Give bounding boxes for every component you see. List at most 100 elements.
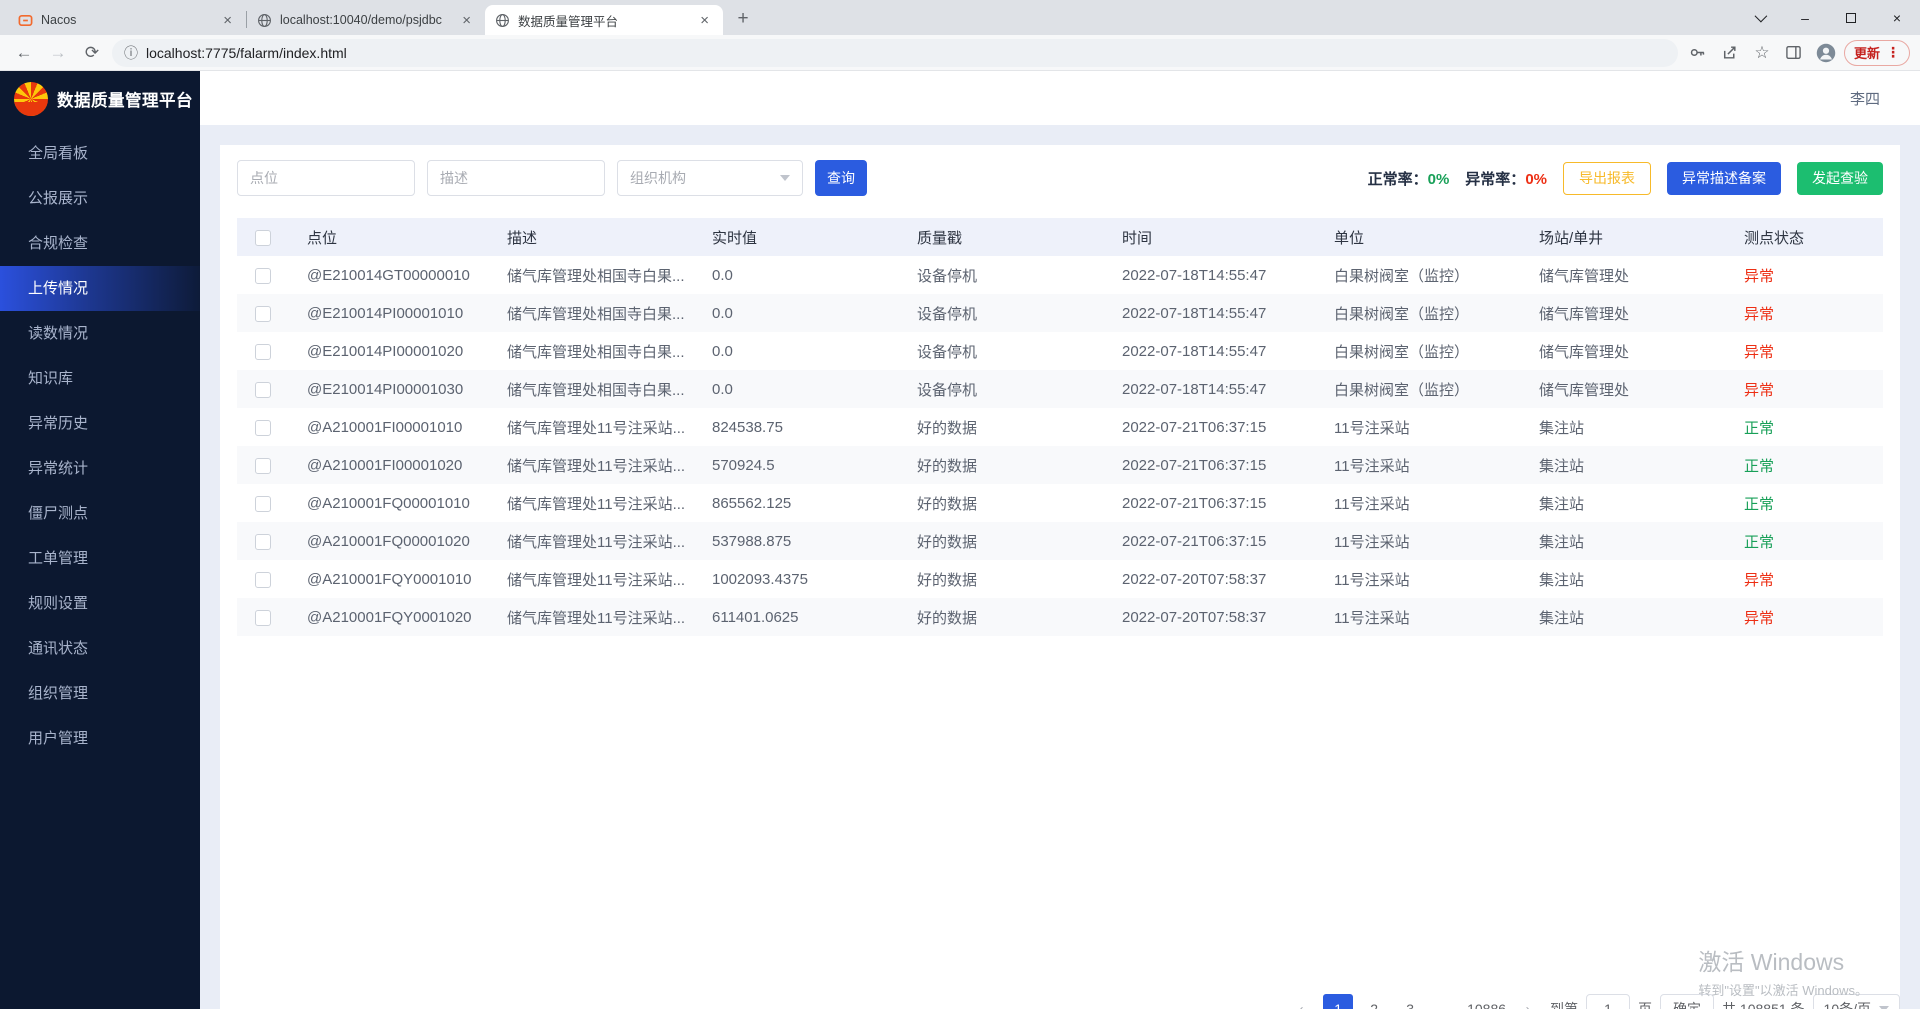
tab-close-icon[interactable]: × <box>458 12 475 29</box>
cell-value: 0.0 <box>692 294 897 332</box>
org-select[interactable]: 组织机构 <box>617 160 803 196</box>
globe-favicon-icon <box>257 13 272 28</box>
back-button[interactable]: ← <box>10 39 38 67</box>
share-icon[interactable] <box>1716 39 1744 67</box>
reload-button[interactable]: ⟳ <box>78 39 106 67</box>
site-info-icon[interactable]: ⓘ <box>124 43 138 63</box>
sidebar-item-link[interactable]: 异常历史 <box>0 401 200 446</box>
cell-desc: 储气库管理处11号注采站... <box>487 522 692 560</box>
row-checkbox[interactable] <box>255 496 271 512</box>
sidebar-item-link[interactable]: 工单管理 <box>0 536 200 581</box>
forward-button[interactable]: → <box>44 39 72 67</box>
prev-page-icon[interactable]: ‹ <box>1287 1001 1315 1009</box>
total-count-label: 共 108851 条 <box>1722 999 1805 1009</box>
cell-desc: 储气库管理处11号注采站... <box>487 598 692 636</box>
row-checkbox[interactable] <box>255 534 271 550</box>
row-checkbox[interactable] <box>255 268 271 284</box>
jump-confirm-button[interactable]: 确定 <box>1660 994 1714 1009</box>
select-all-checkbox[interactable] <box>255 230 271 246</box>
sidebar-item-link[interactable]: 通讯状态 <box>0 626 200 671</box>
tab-nacos[interactable]: Nacos × <box>8 5 246 35</box>
sidebar-item-active[interactable]: 上传情况 <box>0 266 200 311</box>
window-minimize-button[interactable]: – <box>1782 0 1828 35</box>
jump-label: 到第 <box>1550 999 1578 1009</box>
next-page-icon[interactable]: › <box>1514 1001 1542 1009</box>
page-number-button[interactable]: 1 <box>1323 994 1353 1009</box>
page-number-button[interactable]: 3 <box>1395 994 1425 1009</box>
cell-time: 2022-07-21T06:37:15 <box>1102 446 1314 484</box>
row-checkbox[interactable] <box>255 306 271 322</box>
cell-unit: 11号注采站 <box>1314 408 1519 446</box>
desc-filter-input[interactable] <box>427 160 605 196</box>
cell-quality: 好的数据 <box>897 484 1102 522</box>
col-header-time: 时间 <box>1102 218 1314 256</box>
password-key-icon[interactable] <box>1684 39 1712 67</box>
cell-quality: 设备停机 <box>897 370 1102 408</box>
jump-page-input[interactable] <box>1586 994 1630 1009</box>
cell-point: @E210014PI00001020 <box>287 332 487 370</box>
side-panel-icon[interactable] <box>1780 39 1808 67</box>
tab-close-icon[interactable]: × <box>219 12 236 29</box>
sidebar-item-link[interactable]: 公报展示 <box>0 176 200 221</box>
row-checkbox[interactable] <box>255 420 271 436</box>
sidebar-item-link[interactable]: 组织管理 <box>0 671 200 716</box>
cell-desc: 储气库管理处11号注采站... <box>487 446 692 484</box>
cell-desc: 储气库管理处相国寺白果... <box>487 256 692 294</box>
col-header-point: 点位 <box>287 218 487 256</box>
current-user[interactable]: 李四 <box>1850 88 1880 109</box>
sidebar-item-link[interactable]: 用户管理 <box>0 716 200 761</box>
bookmark-star-icon[interactable]: ☆ <box>1748 39 1776 67</box>
query-button[interactable]: 查询 <box>815 160 867 196</box>
cell-point: @E210014PI00001030 <box>287 370 487 408</box>
window-close-button[interactable]: × <box>1874 0 1920 35</box>
cell-status: 异常 <box>1724 256 1883 294</box>
new-tab-button[interactable]: + <box>729 5 757 33</box>
tab-localhost-demo[interactable]: localhost:10040/demo/psjdbc × <box>247 5 485 35</box>
cell-status: 异常 <box>1724 294 1883 332</box>
window-menu-chevron-icon[interactable] <box>1736 0 1782 35</box>
cell-value: 0.0 <box>692 332 897 370</box>
cell-unit: 白果树阀室（监控） <box>1314 256 1519 294</box>
row-checkbox[interactable] <box>255 610 271 626</box>
point-filter-input[interactable] <box>237 160 415 196</box>
row-checkbox[interactable] <box>255 382 271 398</box>
sidebar-item-link[interactable]: 异常统计 <box>0 446 200 491</box>
sidebar-item-link[interactable]: 知识库 <box>0 356 200 401</box>
menu-dots-icon[interactable]: ⋮ <box>1886 44 1900 61</box>
tab-active-platform[interactable]: 数据质量管理平台 × <box>485 5 723 35</box>
window-maximize-button[interactable] <box>1828 0 1874 35</box>
page-number-button[interactable]: 2 <box>1359 994 1389 1009</box>
sidebar: 数据质量管理平台 全局看板公报展示合规检查上传情况读数情况知识库异常历史异常统计… <box>0 71 200 1009</box>
cell-time: 2022-07-18T14:55:47 <box>1102 294 1314 332</box>
page-word-label: 页 <box>1638 999 1652 1009</box>
sidebar-item-link[interactable]: 僵尸测点 <box>0 491 200 536</box>
sidebar-item-link[interactable]: 全局看板 <box>0 131 200 176</box>
export-report-button[interactable]: 导出报表 <box>1563 162 1651 195</box>
cell-desc: 储气库管理处相国寺白果... <box>487 294 692 332</box>
browser-navbar: ← → ⟳ ⓘ localhost:7775/falarm/index.html… <box>0 35 1920 71</box>
address-bar[interactable]: ⓘ localhost:7775/falarm/index.html <box>112 39 1678 67</box>
cell-unit: 11号注采站 <box>1314 522 1519 560</box>
cell-station: 储气库管理处 <box>1519 256 1724 294</box>
update-label: 更新 <box>1854 43 1880 62</box>
chrome-update-button[interactable]: 更新 ⋮ <box>1844 40 1910 66</box>
sidebar-item-link[interactable]: 规则设置 <box>0 581 200 626</box>
row-checkbox[interactable] <box>255 344 271 360</box>
row-checkbox[interactable] <box>255 458 271 474</box>
cell-quality: 好的数据 <box>897 408 1102 446</box>
cell-unit: 11号注采站 <box>1314 560 1519 598</box>
profile-avatar-icon[interactable] <box>1812 39 1840 67</box>
start-inspection-button[interactable]: 发起查验 <box>1797 162 1883 195</box>
cell-quality: 好的数据 <box>897 446 1102 484</box>
page-number-button[interactable]: 10886 <box>1467 994 1506 1009</box>
cell-station: 集注站 <box>1519 484 1724 522</box>
page-size-select[interactable]: 10条/页 <box>1813 994 1900 1009</box>
sidebar-item-link[interactable]: 读数情况 <box>0 311 200 356</box>
sidebar-item-link[interactable]: 合规检查 <box>0 221 200 266</box>
abnormal-record-button[interactable]: 异常描述备案 <box>1667 162 1781 195</box>
normal-rate-value: 0% <box>1428 171 1450 188</box>
row-checkbox[interactable] <box>255 572 271 588</box>
petrochina-logo-icon <box>14 82 48 116</box>
tab-close-icon[interactable]: × <box>696 12 713 29</box>
col-header-quality: 质量戳 <box>897 218 1102 256</box>
